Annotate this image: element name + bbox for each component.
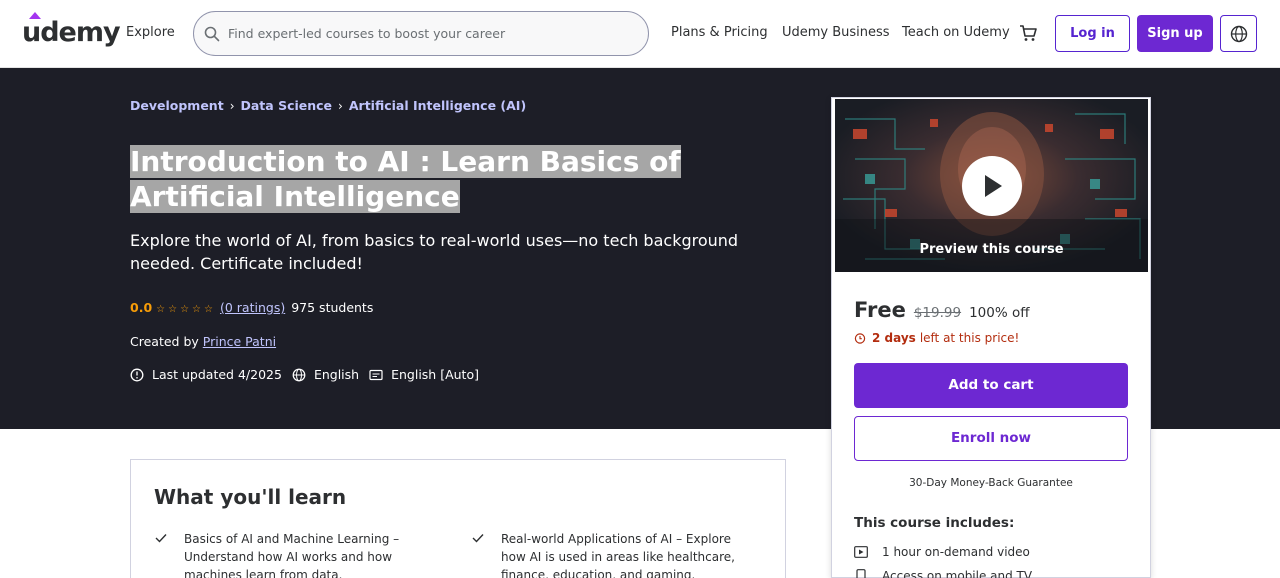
- alarm-clock-icon: [854, 333, 866, 344]
- current-price: Free: [854, 298, 906, 322]
- video-icon: [854, 546, 868, 558]
- breadcrumb-ai[interactable]: Artificial Intelligence (AI): [349, 98, 526, 113]
- top-header: udemy Explore Plans & Pricing Udemy Busi…: [0, 0, 1280, 68]
- chevron-right-icon: ›: [338, 99, 343, 113]
- price-timer: 2 days left at this price!: [854, 331, 1019, 345]
- chevron-right-icon: ›: [229, 99, 235, 113]
- course-meta: Last updated 4/2025 English English [Aut…: [130, 367, 489, 382]
- breadcrumb: Development › Data Science › Artificial Inte…: [130, 98, 526, 113]
- check-icon: [472, 534, 484, 543]
- mobile-icon: [856, 569, 866, 578]
- student-count: 975 students: [291, 300, 374, 315]
- globe-icon: [1230, 25, 1248, 43]
- include-item-video: 1 hour on-demand video: [854, 545, 1030, 559]
- udemy-logo[interactable]: udemy: [22, 12, 121, 50]
- course-preview[interactable]: Preview this course: [835, 99, 1148, 272]
- course-title-text: Introduction to AI : Learn Basics of Art…: [130, 145, 681, 213]
- add-to-cart-button[interactable]: Add to cart: [854, 363, 1128, 408]
- breadcrumb-data-science[interactable]: Data Science: [241, 98, 333, 113]
- teach-on-udemy-link[interactable]: Teach on Udemy: [902, 25, 1010, 40]
- original-price: $19.99: [913, 305, 962, 321]
- preview-label: Preview this course: [919, 242, 1064, 257]
- signup-button[interactable]: Sign up: [1137, 15, 1213, 52]
- price-row: Free $19.99 100% off: [854, 298, 1030, 322]
- course-title: Introduction to AI : Learn Basics of Art…: [130, 144, 770, 214]
- check-icon: [155, 534, 167, 543]
- what-youll-learn-box: What you'll learn Basics of AI and Machi…: [130, 459, 786, 578]
- money-back-guarantee: 30-Day Money-Back Guarantee: [909, 477, 1073, 489]
- captions-icon: [369, 369, 383, 380]
- search-bar[interactable]: [193, 11, 649, 56]
- udemy-business-link[interactable]: Udemy Business: [782, 25, 890, 40]
- learn-item-text: Basics of AI and Machine Learning – Unde…: [184, 532, 400, 578]
- created-by: Created by Prince Patni: [130, 334, 276, 349]
- last-updated: Last updated 4/2025: [152, 367, 282, 382]
- explore-link[interactable]: Explore: [126, 25, 175, 40]
- language-button[interactable]: [1220, 15, 1257, 52]
- login-button[interactable]: Log in: [1055, 15, 1130, 52]
- discount-percent: 100% off: [969, 305, 1030, 321]
- search-input[interactable]: [228, 12, 628, 55]
- breadcrumb-development[interactable]: Development: [130, 98, 224, 113]
- course-subtitle: Explore the world of AI, from basics to …: [130, 231, 739, 273]
- include-item-text: Access on mobile and TV: [882, 569, 1033, 578]
- globe-icon: [292, 368, 306, 381]
- created-by-label: Created by: [130, 334, 199, 349]
- learn-heading: What you'll learn: [154, 485, 347, 509]
- alert-clock-icon: [130, 368, 144, 381]
- rating-row: 0.0 ☆☆☆☆☆ (0 ratings) 975 students: [130, 300, 373, 315]
- enroll-now-button[interactable]: Enroll now: [854, 416, 1128, 461]
- learn-item: Real-world Applications of AI – Explore …: [471, 530, 751, 578]
- plans-pricing-link[interactable]: Plans & Pricing: [671, 25, 768, 40]
- rating-score: 0.0: [130, 300, 153, 315]
- search-icon: [204, 26, 220, 42]
- learn-item-text: Real-world Applications of AI – Explore …: [501, 532, 735, 578]
- ratings-link[interactable]: (0 ratings): [220, 300, 285, 315]
- timer-days: 2 days: [872, 331, 916, 345]
- includes-heading: This course includes:: [854, 515, 1015, 531]
- play-button[interactable]: [962, 156, 1022, 216]
- include-item-text: 1 hour on-demand video: [882, 545, 1030, 559]
- logo-hat-icon: [29, 12, 41, 19]
- instructor-link[interactable]: Prince Patni: [203, 334, 276, 349]
- purchase-card: Preview this course Free $19.99 100% off…: [831, 97, 1151, 578]
- timer-text: left at this price!: [919, 331, 1020, 345]
- cart-icon[interactable]: [1019, 24, 1037, 42]
- logo-text: udemy: [22, 17, 121, 48]
- star-rating-icons: ☆☆☆☆☆: [156, 304, 216, 315]
- include-item-mobile: Access on mobile and TV: [854, 569, 1032, 578]
- learn-item: Basics of AI and Machine Learning – Unde…: [154, 530, 434, 578]
- course-captions: English [Auto]: [391, 367, 479, 382]
- course-language: English: [313, 367, 360, 382]
- play-icon: [985, 175, 1002, 197]
